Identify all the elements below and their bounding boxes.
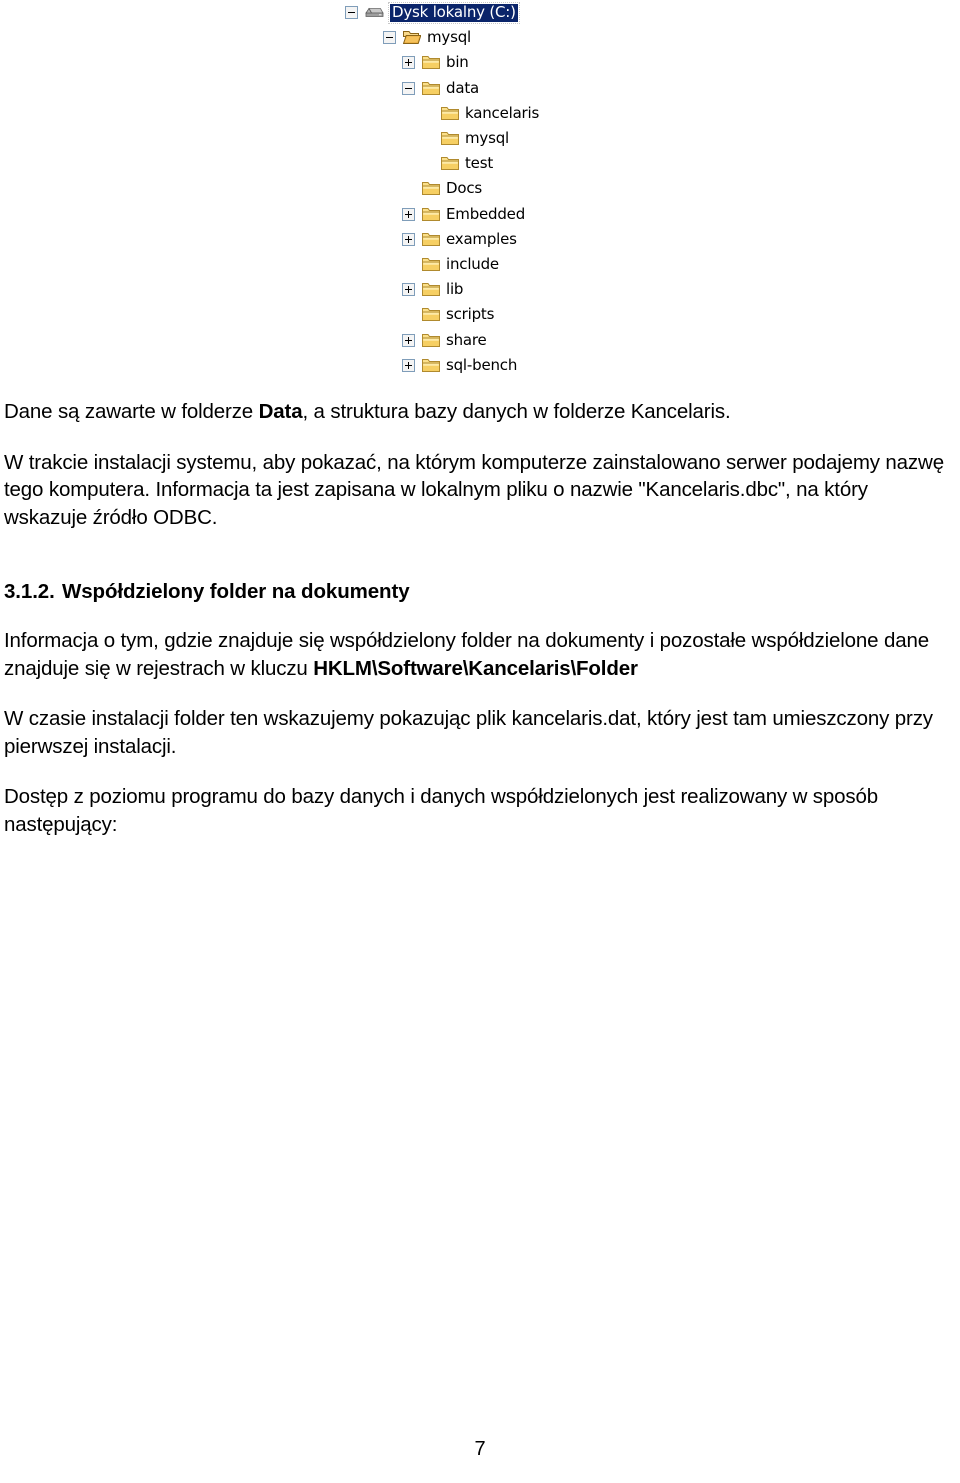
folder-icon bbox=[422, 308, 440, 322]
tree-node-label: examples bbox=[446, 229, 517, 248]
tree-node-label: Docs bbox=[446, 179, 482, 198]
tree-node-label: mysql bbox=[427, 28, 471, 47]
paragraph-1-part-1: Dane są zawarte w folderze bbox=[4, 400, 259, 423]
tree-node-include[interactable]: include bbox=[345, 252, 605, 277]
tree-node-label: lib bbox=[446, 280, 464, 299]
folder-icon bbox=[422, 333, 440, 347]
document-body: Dane są zawarte w folderze Data, a struk… bbox=[4, 398, 954, 861]
paragraph-1-part-2: , a struktura bazy danych w folderze Kan… bbox=[302, 400, 731, 423]
paragraph-1-bold-data: Data bbox=[258, 400, 303, 423]
folder-icon bbox=[422, 207, 440, 221]
collapse-icon[interactable] bbox=[345, 6, 358, 20]
collapse-icon[interactable] bbox=[383, 31, 396, 45]
tree-node-label: sql-bench bbox=[446, 355, 518, 374]
section-title: Współdzielony folder na dokumenty bbox=[62, 580, 410, 603]
paragraph-access-method: Dostęp z poziomu programu do bazy danych… bbox=[4, 785, 879, 836]
tree-node-label: share bbox=[446, 330, 487, 349]
toggle-placeholder-icon bbox=[421, 157, 434, 170]
expand-icon[interactable] bbox=[402, 283, 415, 297]
section-number: 3.1.2. bbox=[4, 580, 55, 603]
paragraph-registry-key: Informacja o tym, gdzie znajduje się wsp… bbox=[4, 627, 954, 682]
tree-node-dysk-lokalny-c[interactable]: Dysk lokalny (C:) bbox=[345, 0, 605, 25]
expand-icon[interactable] bbox=[402, 358, 415, 372]
toggle-placeholder-icon bbox=[421, 132, 434, 145]
tree-node-label: mysql bbox=[465, 129, 509, 148]
tree-node-lib[interactable]: lib bbox=[345, 277, 605, 302]
folder-icon bbox=[422, 56, 440, 70]
expand-icon[interactable] bbox=[402, 333, 415, 347]
toggle-placeholder-icon bbox=[421, 107, 434, 120]
folder-icon bbox=[422, 182, 440, 196]
tree-node-label: bin bbox=[446, 53, 469, 72]
toggle-placeholder-icon bbox=[402, 258, 415, 271]
expand-icon[interactable] bbox=[402, 207, 415, 221]
tree-node-mysql[interactable]: mysql bbox=[345, 126, 605, 151]
heading-spacer bbox=[4, 554, 954, 578]
folder-icon bbox=[422, 358, 440, 372]
paragraph-data-folder: Dane są zawarte w folderze Data, a struk… bbox=[4, 398, 954, 426]
tree-node-kancelaris[interactable]: kancelaris bbox=[345, 101, 605, 126]
folder-icon bbox=[422, 283, 440, 297]
folder-icon bbox=[422, 257, 440, 271]
tree-node-label: Dysk lokalny (C:) bbox=[388, 1, 520, 24]
tree-node-label: kancelaris bbox=[465, 103, 540, 122]
tree-node-data[interactable]: data bbox=[345, 76, 605, 101]
tree-node-label: test bbox=[465, 154, 494, 173]
tree-node-label: data bbox=[446, 78, 479, 97]
expand-icon[interactable] bbox=[402, 56, 415, 70]
toggle-placeholder-icon bbox=[402, 308, 415, 321]
expand-icon[interactable] bbox=[402, 232, 415, 246]
folder-tree-figure: Dysk lokalny (C:) mysql bin data kancelaris m… bbox=[345, 0, 605, 378]
tree-node-label: Embedded bbox=[446, 204, 526, 223]
collapse-icon[interactable] bbox=[402, 81, 415, 95]
hard-drive-icon bbox=[365, 7, 384, 17]
tree-node-examples[interactable]: examples bbox=[345, 227, 605, 252]
registry-key-path: HKLM\Software\Kancelaris\Folder bbox=[313, 656, 638, 680]
tree-node-test[interactable]: test bbox=[345, 151, 605, 176]
tree-node-docs[interactable]: Docs bbox=[345, 176, 605, 201]
tree-node-scripts[interactable]: scripts bbox=[345, 302, 605, 327]
paragraph-kancelaris-dat: W czasie instalacji folder ten wskazujem… bbox=[4, 707, 933, 758]
tree-node-share[interactable]: share bbox=[345, 327, 605, 352]
tree-node-sql-bench[interactable]: sql-bench bbox=[345, 353, 605, 378]
tree-node-label: include bbox=[446, 254, 499, 273]
folder-icon bbox=[441, 157, 459, 171]
toggle-placeholder-icon bbox=[402, 182, 415, 195]
folder-icon bbox=[422, 232, 440, 246]
section-heading: 3.1.2. Współdzielony folder na dokumenty bbox=[4, 578, 954, 605]
page-number: 7 bbox=[474, 1438, 486, 1460]
open-folder-icon bbox=[403, 31, 421, 45]
tree-node-label: scripts bbox=[446, 305, 495, 324]
folder-icon bbox=[441, 106, 459, 120]
folder-icon bbox=[441, 132, 459, 146]
tree-node-embedded[interactable]: Embedded bbox=[345, 202, 605, 227]
tree-node-mysql[interactable]: mysql bbox=[345, 25, 605, 50]
tree-node-bin[interactable]: bin bbox=[345, 50, 605, 75]
folder-icon bbox=[422, 81, 440, 95]
paragraph-install-odbc: W trakcie instalacji systemu, aby pokaza… bbox=[4, 450, 944, 529]
